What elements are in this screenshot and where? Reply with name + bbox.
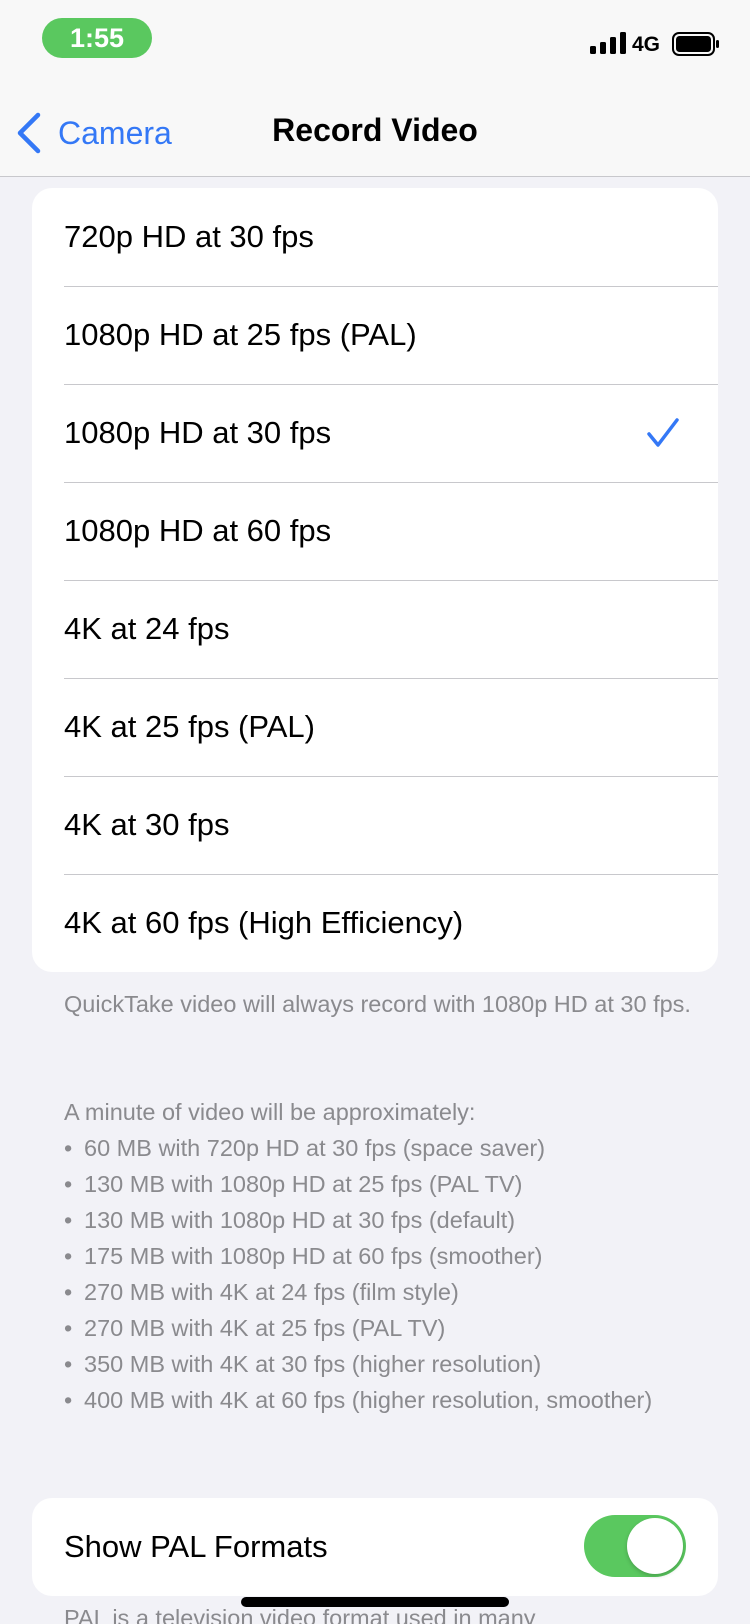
option-720p-30[interactable]: 720p HD at 30 fps xyxy=(32,188,718,286)
size-intro: A minute of video will be approximately: xyxy=(64,1099,476,1125)
battery-icon xyxy=(672,32,719,56)
pal-formats-card: Show PAL Formats xyxy=(32,1498,718,1596)
signal-icon xyxy=(590,32,626,54)
record-video-options: 720p HD at 30 fps 1080p HD at 25 fps (PA… xyxy=(32,188,718,972)
pal-formats-label: Show PAL Formats xyxy=(64,1529,328,1564)
option-1080p-60[interactable]: 1080p HD at 60 fps xyxy=(32,482,718,580)
pal-description-text: PAL is a television video format used in… xyxy=(64,1608,536,1624)
size-item: 270 MB with 4K at 24 fps (film style) xyxy=(64,1274,694,1310)
size-item: 130 MB with 1080p HD at 30 fps (default) xyxy=(64,1202,694,1238)
quicktake-note: QuickTake video will always record with … xyxy=(64,991,691,1017)
size-item: 60 MB with 720p HD at 30 fps (space save… xyxy=(64,1130,694,1166)
back-label: Camera xyxy=(58,114,172,151)
chevron-left-icon xyxy=(17,112,41,154)
size-item: 270 MB with 4K at 25 fps (PAL TV) xyxy=(64,1310,694,1346)
navigation-bar: Camera Record Video xyxy=(0,88,750,177)
back-button[interactable]: Camera xyxy=(16,110,172,156)
size-item: 130 MB with 1080p HD at 25 fps (PAL TV) xyxy=(64,1166,694,1202)
pal-formats-toggle[interactable] xyxy=(584,1515,686,1577)
option-4k-25-pal[interactable]: 4K at 25 fps (PAL) xyxy=(32,678,718,776)
option-label: 1080p HD at 60 fps xyxy=(64,513,332,548)
size-item: 175 MB with 1080p HD at 60 fps (smoother… xyxy=(64,1238,694,1274)
option-label: 4K at 25 fps (PAL) xyxy=(64,709,315,744)
status-bar: 1:55 4G xyxy=(0,0,750,88)
network-type: 4G xyxy=(632,33,661,56)
pal-description: PAL is a television video format used in… xyxy=(64,1608,694,1624)
option-4k-24[interactable]: 4K at 24 fps xyxy=(32,580,718,678)
toggle-knob xyxy=(627,1518,683,1574)
option-label: 4K at 30 fps xyxy=(64,807,230,842)
option-label: 720p HD at 30 fps xyxy=(64,219,314,254)
option-1080p-25-pal[interactable]: 1080p HD at 25 fps (PAL) xyxy=(32,286,718,384)
option-label: 1080p HD at 25 fps (PAL) xyxy=(64,317,417,352)
option-4k-30[interactable]: 4K at 30 fps xyxy=(32,776,718,874)
status-time[interactable]: 1:55 xyxy=(42,18,152,58)
option-label: 1080p HD at 30 fps xyxy=(64,415,332,450)
checkmark-icon xyxy=(647,418,679,447)
size-item: 350 MB with 4K at 30 fps (higher resolut… xyxy=(64,1346,694,1382)
size-item: 400 MB with 4K at 60 fps (higher resolut… xyxy=(64,1382,694,1418)
option-label: 4K at 60 fps (High Efficiency) xyxy=(64,905,464,940)
option-4k-60-high-efficiency[interactable]: 4K at 60 fps (High Efficiency) xyxy=(32,874,718,972)
home-indicator[interactable] xyxy=(241,1597,509,1607)
size-list: 60 MB with 720p HD at 30 fps (space save… xyxy=(64,1130,694,1418)
option-1080p-30[interactable]: 1080p HD at 30 fps xyxy=(32,384,718,482)
option-label: 4K at 24 fps xyxy=(64,611,230,646)
